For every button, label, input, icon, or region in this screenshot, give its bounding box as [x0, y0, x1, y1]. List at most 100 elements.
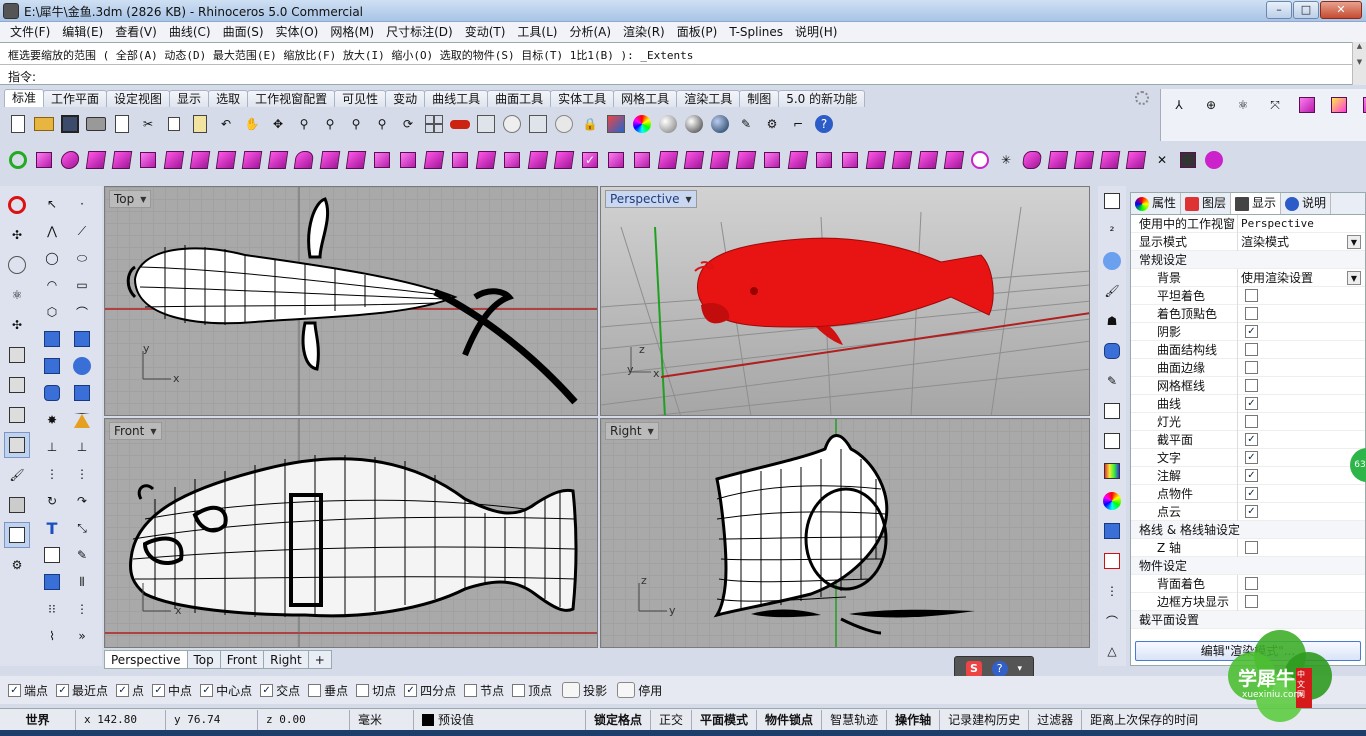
- tab-transform[interactable]: 变动: [385, 90, 426, 107]
- ts-pipe2-icon[interactable]: [786, 148, 810, 172]
- disable-toggle-box[interactable]: [617, 682, 636, 698]
- align-icon[interactable]: ⊥: [40, 435, 64, 459]
- tab-new-in-v5[interactable]: 5.0 的新功能: [778, 90, 866, 107]
- display-setting-row[interactable]: 着色顶點色: [1131, 305, 1365, 323]
- minimize-button[interactable]: –: [1266, 1, 1292, 19]
- display-setting-row[interactable]: 文字 ✓: [1131, 449, 1365, 467]
- display-setting-row[interactable]: 点物件 ✓: [1131, 485, 1365, 503]
- copy-icon[interactable]: [162, 112, 186, 136]
- tab-viewport-layout[interactable]: 工作视窗配置: [247, 90, 336, 107]
- gumball-toggle[interactable]: 操作轴: [887, 709, 941, 730]
- display-setting-row[interactable]: 背面着色: [1131, 575, 1365, 593]
- dropdown-arrow-icon[interactable]: ▼: [1347, 271, 1361, 285]
- ts-unweld-icon[interactable]: [656, 148, 680, 172]
- ts-grid-icon[interactable]: [396, 148, 420, 172]
- rv-cube2-icon[interactable]: [1101, 430, 1123, 452]
- menu-view[interactable]: 查看(V): [109, 22, 163, 42]
- osnap-checkbox[interactable]: [464, 683, 478, 697]
- display-setting-row[interactable]: 灯光: [1131, 413, 1365, 431]
- viewport-right[interactable]: z y Right ▼: [600, 418, 1090, 648]
- display-setting-checkbox[interactable]: ✓: [1245, 433, 1258, 446]
- viewport-perspective-dropdown-icon[interactable]: ▼: [686, 195, 692, 204]
- ortho-toggle[interactable]: 正交: [651, 709, 693, 730]
- osnap-option[interactable]: ✓ 端点: [8, 682, 48, 699]
- vp-tab-right[interactable]: Right: [263, 650, 309, 669]
- osnap-checkbox[interactable]: ✓: [8, 683, 21, 697]
- menu-file[interactable]: 文件(F): [4, 22, 56, 42]
- panel-tab-display[interactable]: 显示: [1231, 193, 1282, 214]
- display-setting-checkbox[interactable]: [1245, 343, 1258, 356]
- viewport-front-label[interactable]: Front ▼: [109, 422, 162, 440]
- viewport-front[interactable]: x Front ▼: [104, 418, 598, 648]
- open-folder-icon[interactable]: [32, 112, 56, 136]
- display-setting-row[interactable]: 显示模式 渲染模式 ▼: [1131, 233, 1365, 251]
- cube-blue-icon[interactable]: [40, 570, 64, 594]
- tab-surface-tools[interactable]: 曲面工具: [487, 90, 552, 107]
- ts-match-icon[interactable]: [708, 148, 732, 172]
- menu-panels[interactable]: 面板(P): [671, 22, 724, 42]
- point-icon[interactable]: ·: [70, 192, 94, 216]
- rv-people-icon[interactable]: ☗: [1101, 310, 1123, 332]
- filter-toggle[interactable]: 过滤器: [1029, 709, 1083, 730]
- ts-loft-icon[interactable]: [214, 148, 238, 172]
- cube-wire3-icon[interactable]: [4, 402, 30, 428]
- ime-help-icon[interactable]: ?: [991, 661, 1008, 677]
- rv-nodes-icon[interactable]: ⋮: [1101, 580, 1123, 602]
- surface-edge-icon[interactable]: [40, 327, 64, 351]
- render-sphere-icon[interactable]: [708, 112, 732, 136]
- display-setting-checkbox[interactable]: [1245, 361, 1258, 374]
- cube-wire-icon[interactable]: [4, 342, 30, 368]
- rv-triangle-icon[interactable]: △: [1101, 640, 1123, 662]
- osnap-option[interactable]: 切点: [356, 682, 396, 699]
- display-setting-checkbox[interactable]: ✓: [1245, 505, 1258, 518]
- arc-icon[interactable]: ◠: [40, 273, 64, 297]
- ts-stack-icon[interactable]: [1098, 148, 1122, 172]
- box-edit-icon[interactable]: [1295, 93, 1319, 117]
- osnap-option[interactable]: ✓ 中点: [152, 682, 192, 699]
- display-setting-checkbox[interactable]: [1245, 415, 1258, 428]
- tab-standard[interactable]: 标准: [4, 89, 45, 107]
- tab-visibility[interactable]: 可见性: [334, 90, 387, 107]
- surface-icon[interactable]: [70, 327, 94, 351]
- lightbulb-icon[interactable]: [552, 112, 576, 136]
- tab-drafting[interactable]: 制图: [739, 90, 780, 107]
- osnap-checkbox[interactable]: ✓: [200, 683, 214, 697]
- ts-subdivide-icon[interactable]: [500, 148, 524, 172]
- save-disk-icon[interactable]: [58, 112, 82, 136]
- osnap-checkbox[interactable]: ✓: [56, 683, 70, 697]
- rv-plane-icon[interactable]: [1101, 520, 1123, 542]
- render-pen-icon[interactable]: ✎: [734, 112, 758, 136]
- axis2-icon[interactable]: ✣: [4, 312, 30, 338]
- panel-tab-properties[interactable]: 属性: [1131, 193, 1182, 214]
- spheres-icon[interactable]: [70, 354, 94, 378]
- tab-render-tools[interactable]: 渲染工具: [676, 90, 741, 107]
- molecule-icon[interactable]: ⚛: [1231, 93, 1255, 117]
- ts-mesh-icon[interactable]: [1124, 148, 1148, 172]
- ts-fill-icon[interactable]: [734, 148, 758, 172]
- menu-surface[interactable]: 曲面(S): [217, 22, 270, 42]
- cplane-icon[interactable]: [474, 112, 498, 136]
- display-setting-checkbox[interactable]: ✓: [1245, 469, 1258, 482]
- vp-tab-top[interactable]: Top: [186, 650, 221, 669]
- osnap-checkbox[interactable]: ✓: [116, 683, 130, 697]
- rv-pencil-icon[interactable]: ✎: [1101, 370, 1123, 392]
- rv-two-icon[interactable]: ²: [1101, 220, 1123, 242]
- block-icon[interactable]: [40, 543, 64, 567]
- zoom-selected-icon[interactable]: ⚲: [370, 112, 394, 136]
- osnap-disable-toggle[interactable]: 停用: [617, 682, 662, 699]
- polyline-icon[interactable]: ⋀: [40, 219, 64, 243]
- ts-box-icon[interactable]: [32, 148, 56, 172]
- ungroup-icon[interactable]: ⋮: [70, 462, 94, 486]
- four-viewports-icon[interactable]: [422, 112, 446, 136]
- current-layer[interactable]: 预设值: [414, 709, 586, 730]
- panel-tab-help[interactable]: 说明: [1281, 193, 1332, 214]
- zoom-dynamic-icon[interactable]: ⚲: [292, 112, 316, 136]
- rv-cylinder-icon[interactable]: [1101, 340, 1123, 362]
- ts-symmetry-icon[interactable]: [838, 148, 862, 172]
- options-gears-icon[interactable]: ⚙: [760, 112, 784, 136]
- display-setting-checkbox[interactable]: [1245, 289, 1258, 302]
- brush-icon[interactable]: 🖌: [4, 462, 30, 488]
- color-wheel-icon[interactable]: [630, 112, 654, 136]
- display-setting-row[interactable]: 曲面边缘: [1131, 359, 1365, 377]
- osnap-project-toggle[interactable]: 投影: [562, 682, 607, 699]
